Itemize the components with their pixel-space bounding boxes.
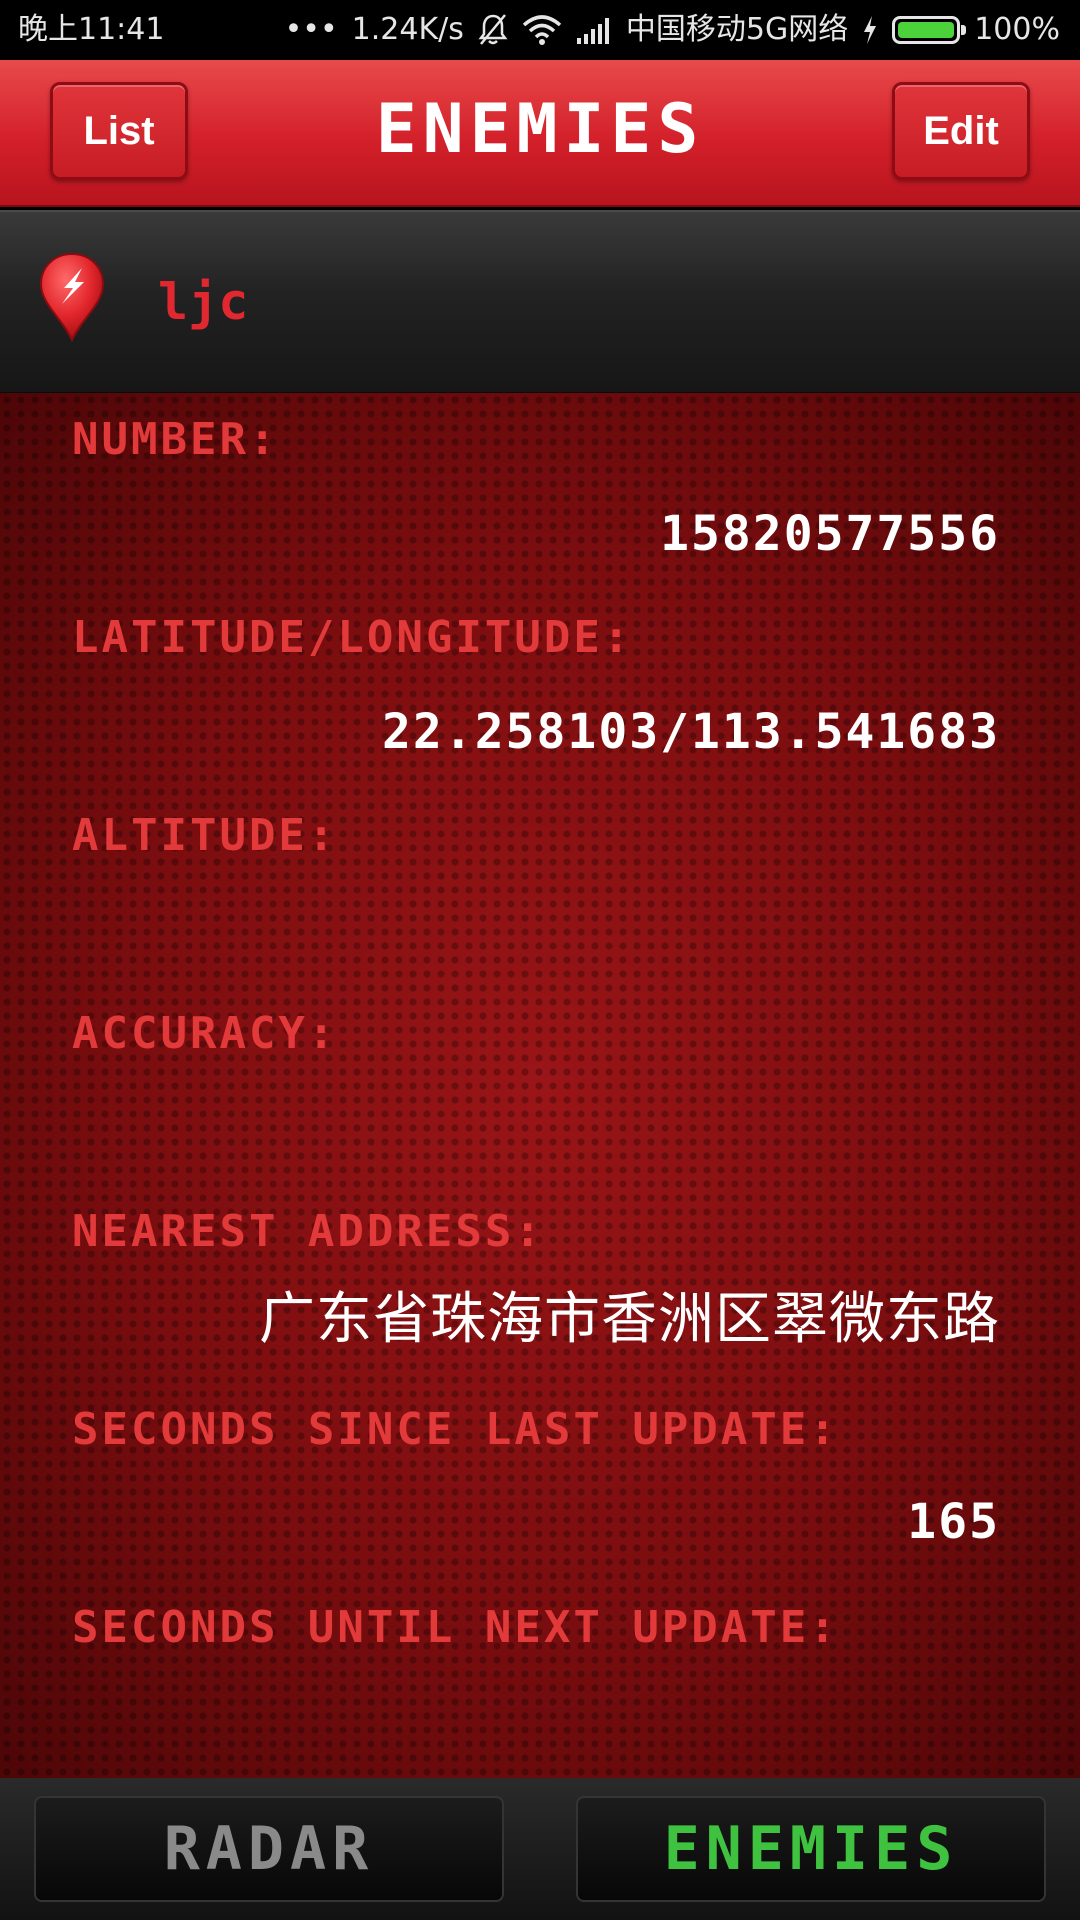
number-label: NUMBER: xyxy=(72,414,279,465)
since-update-value: 165 xyxy=(907,1494,1000,1550)
network-speed: 1.24K/s xyxy=(351,12,464,47)
status-icons: ••• 1.24K/s 中国移动5G网络 100% xyxy=(285,0,1060,60)
since-update-label: SECONDS SINCE LAST UPDATE: xyxy=(72,1404,839,1455)
charging-icon xyxy=(864,16,877,44)
edit-button[interactable]: Edit xyxy=(892,82,1030,180)
latlng-value: 22.258103/113.541683 xyxy=(382,704,1000,760)
latlng-label: LATITUDE/LONGITUDE: xyxy=(72,612,633,663)
location-pin-icon xyxy=(39,252,105,342)
battery-level-fill xyxy=(898,22,955,38)
app-header: List ENEMIES Edit xyxy=(0,60,1080,205)
address-value: 广东省珠海市香洲区翠微东路 xyxy=(259,1287,1000,1352)
tab-enemies[interactable]: ENEMIES xyxy=(576,1796,1046,1902)
wifi-icon xyxy=(522,15,562,45)
until-update-label: SECONDS UNTIL NEXT UPDATE: xyxy=(72,1602,839,1653)
carrier-label: 中国移动5G网络 xyxy=(625,12,849,47)
status-time: 晚上11:41 xyxy=(18,12,165,47)
contact-row[interactable]: ljc xyxy=(0,210,1080,395)
number-value: 15820577556 xyxy=(660,506,1000,562)
signal-icon xyxy=(576,18,609,44)
battery-percent: 100% xyxy=(974,12,1060,47)
more-notifications-icon: ••• xyxy=(284,12,338,47)
enemy-details-panel: NUMBER: 15820577556 LATITUDE/LONGITUDE: … xyxy=(0,393,1080,1778)
contact-name: ljc xyxy=(158,273,249,331)
accuracy-label: ACCURACY: xyxy=(72,1008,338,1059)
bottom-nav: RADAR ENEMIES xyxy=(0,1778,1080,1920)
app-screen: 晚上11:41 ••• 1.24K/s 中国移动5G网络 100% List E… xyxy=(0,0,1080,1920)
address-label: NEAREST ADDRESS: xyxy=(72,1206,544,1257)
tab-radar[interactable]: RADAR xyxy=(34,1796,504,1902)
status-bar: 晚上11:41 ••• 1.24K/s 中国移动5G网络 100% xyxy=(0,0,1080,60)
battery-icon xyxy=(892,16,967,44)
altitude-label: ALTITUDE: xyxy=(72,810,338,861)
silent-bell-icon xyxy=(478,14,508,45)
